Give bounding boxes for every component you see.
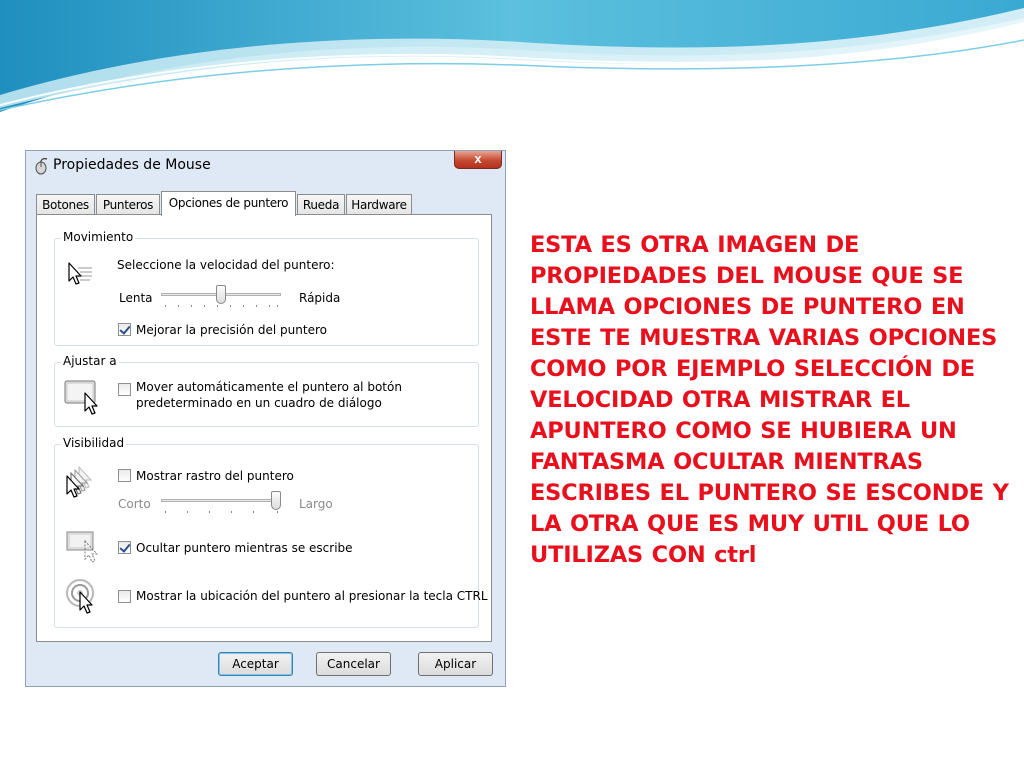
snap-label-line1: Mover automáticamente el puntero al botó… bbox=[136, 380, 402, 394]
pointer-speed-slider[interactable] bbox=[161, 285, 281, 307]
mouse-properties-dialog: Propiedades de Mouse x Botones Punteros … bbox=[25, 150, 506, 687]
cancel-button[interactable]: Cancelar bbox=[316, 652, 391, 676]
title-bar: Propiedades de Mouse x bbox=[26, 151, 505, 181]
slider-ticks bbox=[165, 305, 278, 307]
header-wave-decoration bbox=[0, 0, 1024, 112]
tab-rueda[interactable]: Rueda bbox=[297, 194, 345, 215]
slider-ticks bbox=[165, 511, 278, 513]
speed-prompt: Seleccione la velocidad del puntero: bbox=[117, 258, 335, 272]
trail-length-slider[interactable] bbox=[161, 491, 281, 513]
hide-while-typing-checkbox[interactable] bbox=[118, 541, 131, 554]
slider-thumb[interactable] bbox=[216, 285, 226, 304]
group-movimiento: Movimiento Seleccione la velocidad del p… bbox=[54, 230, 479, 346]
snap-checkbox[interactable] bbox=[118, 383, 131, 396]
tab-hardware[interactable]: Hardware bbox=[346, 194, 412, 215]
trails-label: Mostrar rastro del puntero bbox=[136, 469, 294, 483]
window-title: Propiedades de Mouse bbox=[53, 157, 211, 173]
pointer-trails-icon bbox=[66, 465, 93, 498]
slider-track bbox=[161, 499, 281, 502]
ok-button[interactable]: Aceptar bbox=[218, 652, 293, 676]
trail-short-label: Corto bbox=[118, 497, 151, 511]
tab-strip: Botones Punteros Opciones de puntero Rue… bbox=[36, 191, 496, 216]
slider-thumb[interactable] bbox=[271, 491, 281, 510]
group-label-visibilidad: Visibilidad bbox=[61, 436, 127, 450]
snap-to-button-icon bbox=[64, 380, 98, 415]
tab-punteros[interactable]: Punteros bbox=[96, 194, 160, 215]
group-label-ajustar: Ajustar a bbox=[61, 354, 119, 368]
tab-panel: Movimiento Seleccione la velocidad del p… bbox=[36, 214, 492, 642]
show-location-label: Mostrar la ubicación del puntero al pres… bbox=[136, 589, 488, 603]
speed-fast-label: Rápida bbox=[299, 291, 341, 305]
precision-label: Mejorar la precisión del puntero bbox=[136, 323, 327, 337]
group-ajustar: Ajustar a Mover automáticamente el punte… bbox=[54, 354, 479, 427]
hide-while-typing-icon bbox=[66, 531, 99, 563]
tab-botones[interactable]: Botones bbox=[36, 194, 95, 215]
show-location-checkbox[interactable] bbox=[118, 590, 131, 603]
close-button[interactable]: x bbox=[454, 151, 502, 169]
group-label-movimiento: Movimiento bbox=[61, 230, 136, 244]
mouse-icon bbox=[35, 158, 48, 175]
speed-slow-label: Lenta bbox=[119, 291, 153, 305]
explanation-text: ESTA ES OTRA IMAGEN DE PROPIEDADES DEL M… bbox=[530, 232, 1009, 568]
tab-opciones-de-puntero[interactable]: Opciones de puntero bbox=[161, 191, 296, 216]
apply-button[interactable]: Aplicar bbox=[418, 652, 493, 676]
precision-checkbox[interactable] bbox=[118, 323, 131, 336]
hide-while-typing-label: Ocultar puntero mientras se escribe bbox=[136, 541, 353, 555]
pointer-speed-icon bbox=[68, 262, 92, 285]
trails-checkbox[interactable] bbox=[118, 469, 131, 482]
group-visibilidad: Visibilidad Mostrar rastro del puntero C… bbox=[54, 436, 488, 628]
snap-label-line2: predeterminado en un cuadro de diálogo bbox=[136, 396, 382, 410]
show-location-ctrl-icon bbox=[66, 579, 94, 614]
trail-long-label: Largo bbox=[299, 497, 333, 511]
